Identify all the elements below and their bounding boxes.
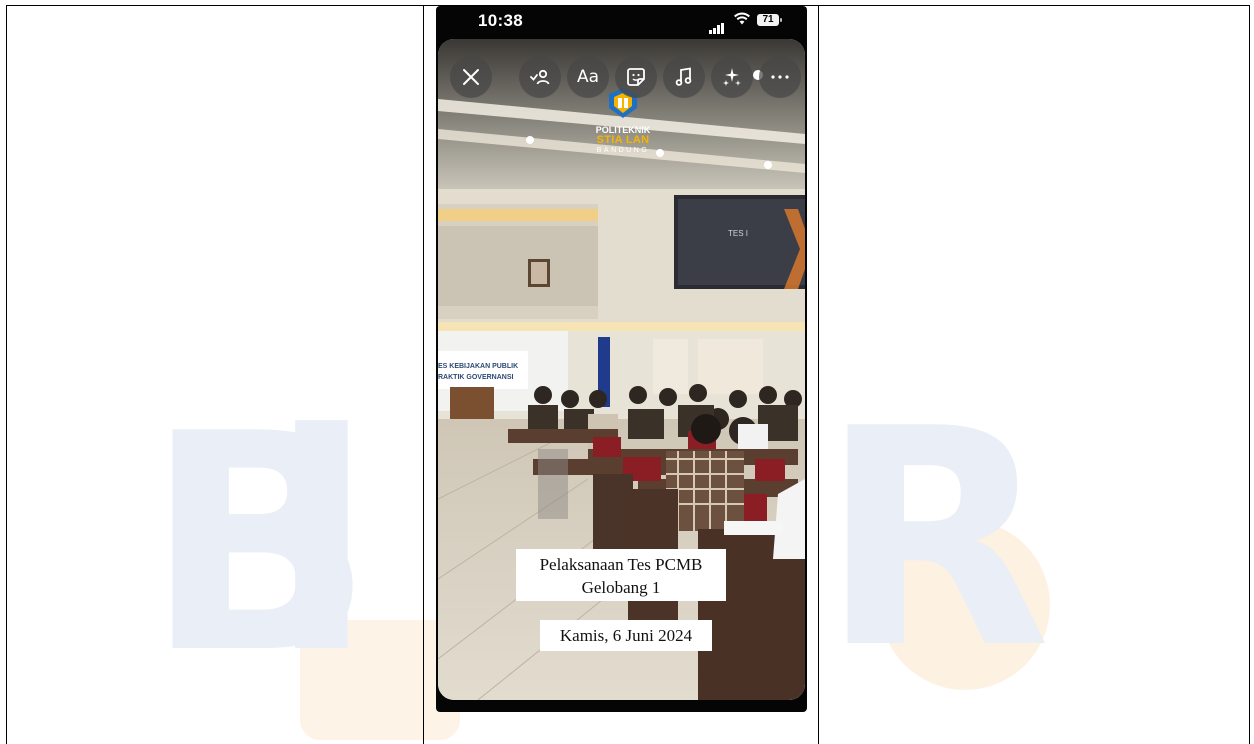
banner-line: ES KEBIJAKAN PUBLIK (438, 363, 519, 370)
caption-line: Pelaksanaan Tes PCMB (539, 555, 703, 574)
story-caption-date[interactable]: Kamis, 6 Juni 2024 (540, 620, 712, 651)
more-icon (771, 75, 789, 79)
table-column-divider (423, 5, 424, 744)
banner-text: ES KEBIJAKAN PUBLIK RAKTIK GOVERNANSI (438, 361, 548, 383)
story-editor: ES KEBIJAKAN PUBLIK RAKTIK GOVERNANSI TE… (438, 39, 805, 700)
logo-line: BANDUNG (596, 147, 650, 154)
logo-line: STIA LAN (596, 134, 650, 146)
music-button[interactable] (663, 56, 705, 98)
status-time: 10:38 (478, 11, 523, 30)
tag-people-icon (530, 69, 550, 85)
music-note-icon (675, 67, 692, 86)
banner-line: RAKTIK GOVERNANSI (438, 374, 514, 381)
story-caption-title[interactable]: Pelaksanaan Tes PCMB Gelobang 1 (516, 549, 726, 601)
close-button[interactable] (450, 56, 492, 98)
status-bar: 10:38 71 (436, 6, 807, 40)
caption-line: Gelobang 1 (581, 578, 661, 597)
wifi-icon (734, 12, 750, 29)
sparkles-icon (723, 68, 741, 86)
mention-button[interactable] (519, 56, 561, 98)
cellular-signal-icon (709, 16, 725, 34)
effects-button[interactable] (711, 56, 753, 98)
sticker-button[interactable] (615, 56, 657, 98)
sticker-icon (627, 68, 645, 86)
close-icon (463, 69, 479, 85)
battery-indicator: 71 (757, 14, 782, 26)
phone-screenshot: 10:38 71 ES KEBIJAKAN PUBLIK RAKTIK GOVE… (436, 6, 807, 712)
table-column-divider (818, 5, 819, 744)
projector-text: TES I (728, 229, 749, 238)
more-options-button[interactable] (759, 56, 801, 98)
institution-logo: POLITEKNIK STIA LAN BANDUNG (588, 86, 658, 155)
text-tool-button[interactable]: Aa (567, 56, 609, 98)
